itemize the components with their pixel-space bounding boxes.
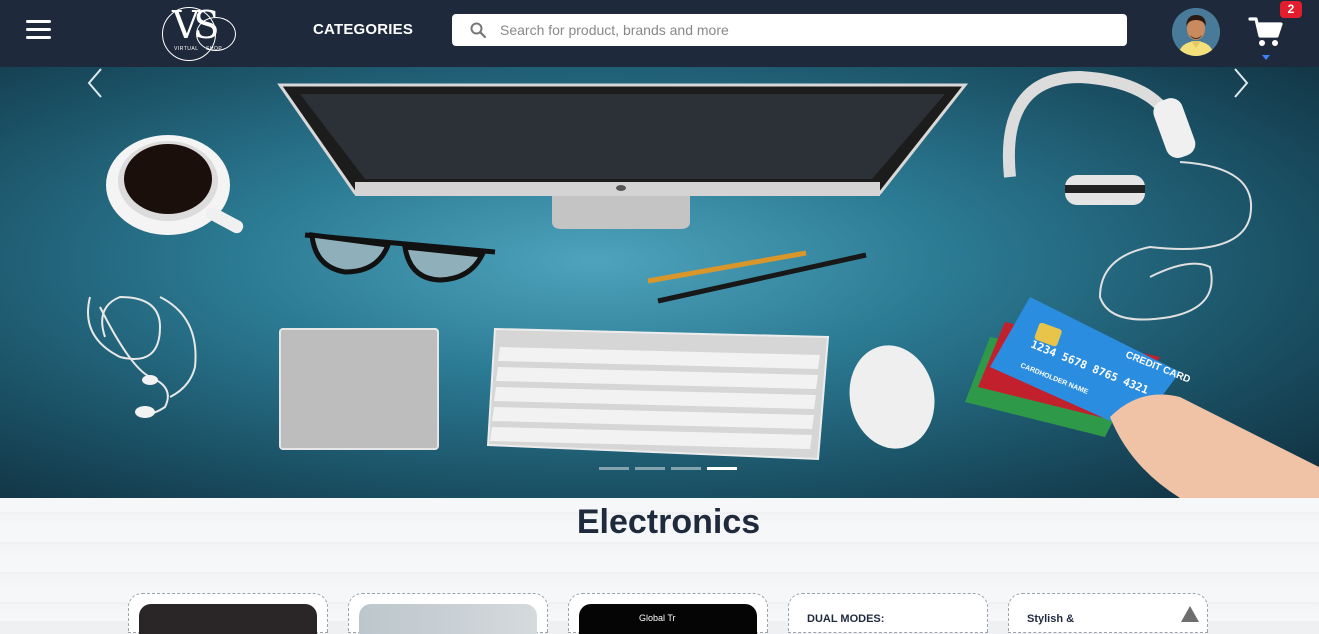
pencils xyxy=(647,250,867,304)
caret-down-icon[interactable] xyxy=(1262,55,1270,60)
user-avatar[interactable] xyxy=(1172,8,1220,56)
earphones xyxy=(87,295,197,415)
imac-monitor xyxy=(277,83,969,229)
mouse xyxy=(849,345,935,449)
product-card-3[interactable]: Global Tr xyxy=(568,593,768,634)
carousel-dot-3[interactable] xyxy=(671,467,701,470)
categories-link[interactable]: CATEGORIES xyxy=(313,21,413,38)
search-input[interactable] xyxy=(500,14,1110,46)
hamburger-menu-icon[interactable] xyxy=(26,20,51,42)
carousel-dot-1[interactable] xyxy=(599,467,629,470)
product-card-2[interactable] xyxy=(348,593,548,634)
triangle-icon xyxy=(1181,606,1199,622)
section-title: Electronics xyxy=(576,503,761,541)
product-image xyxy=(359,604,537,634)
hero-carousel: 1234 5678 8765 4321 CREDIT CARD CARDHOLD… xyxy=(0,67,1319,498)
search-icon[interactable] xyxy=(470,22,486,38)
hero-banner-image: 1234 5678 8765 4321 CREDIT CARD CARDHOLD… xyxy=(87,70,1319,498)
cart-icon[interactable] xyxy=(1248,14,1284,50)
carousel-dot-4[interactable] xyxy=(707,467,737,470)
top-navbar: VS VIRTUAL SHOP CATEGORIES 2 xyxy=(0,0,1319,67)
search-bar xyxy=(452,14,1127,46)
coffee-cup xyxy=(106,135,244,235)
carousel-prev-icon[interactable] xyxy=(83,67,107,99)
product-card-5[interactable]: Stylish & xyxy=(1008,593,1208,633)
product-card-1[interactable] xyxy=(128,593,328,634)
logo[interactable]: VS VIRTUAL SHOP xyxy=(160,3,238,61)
cart-count-badge: 2 xyxy=(1280,1,1302,18)
eyeglasses xyxy=(304,232,496,283)
hand xyxy=(1110,394,1319,498)
keyboard xyxy=(486,327,830,461)
carousel-dot-2[interactable] xyxy=(635,467,665,470)
product-image xyxy=(139,604,317,634)
carousel-next-icon[interactable] xyxy=(1229,67,1253,99)
trackpad xyxy=(279,328,439,450)
headphones xyxy=(1002,70,1253,321)
product-card-4[interactable]: DUAL MODES: xyxy=(788,593,988,633)
